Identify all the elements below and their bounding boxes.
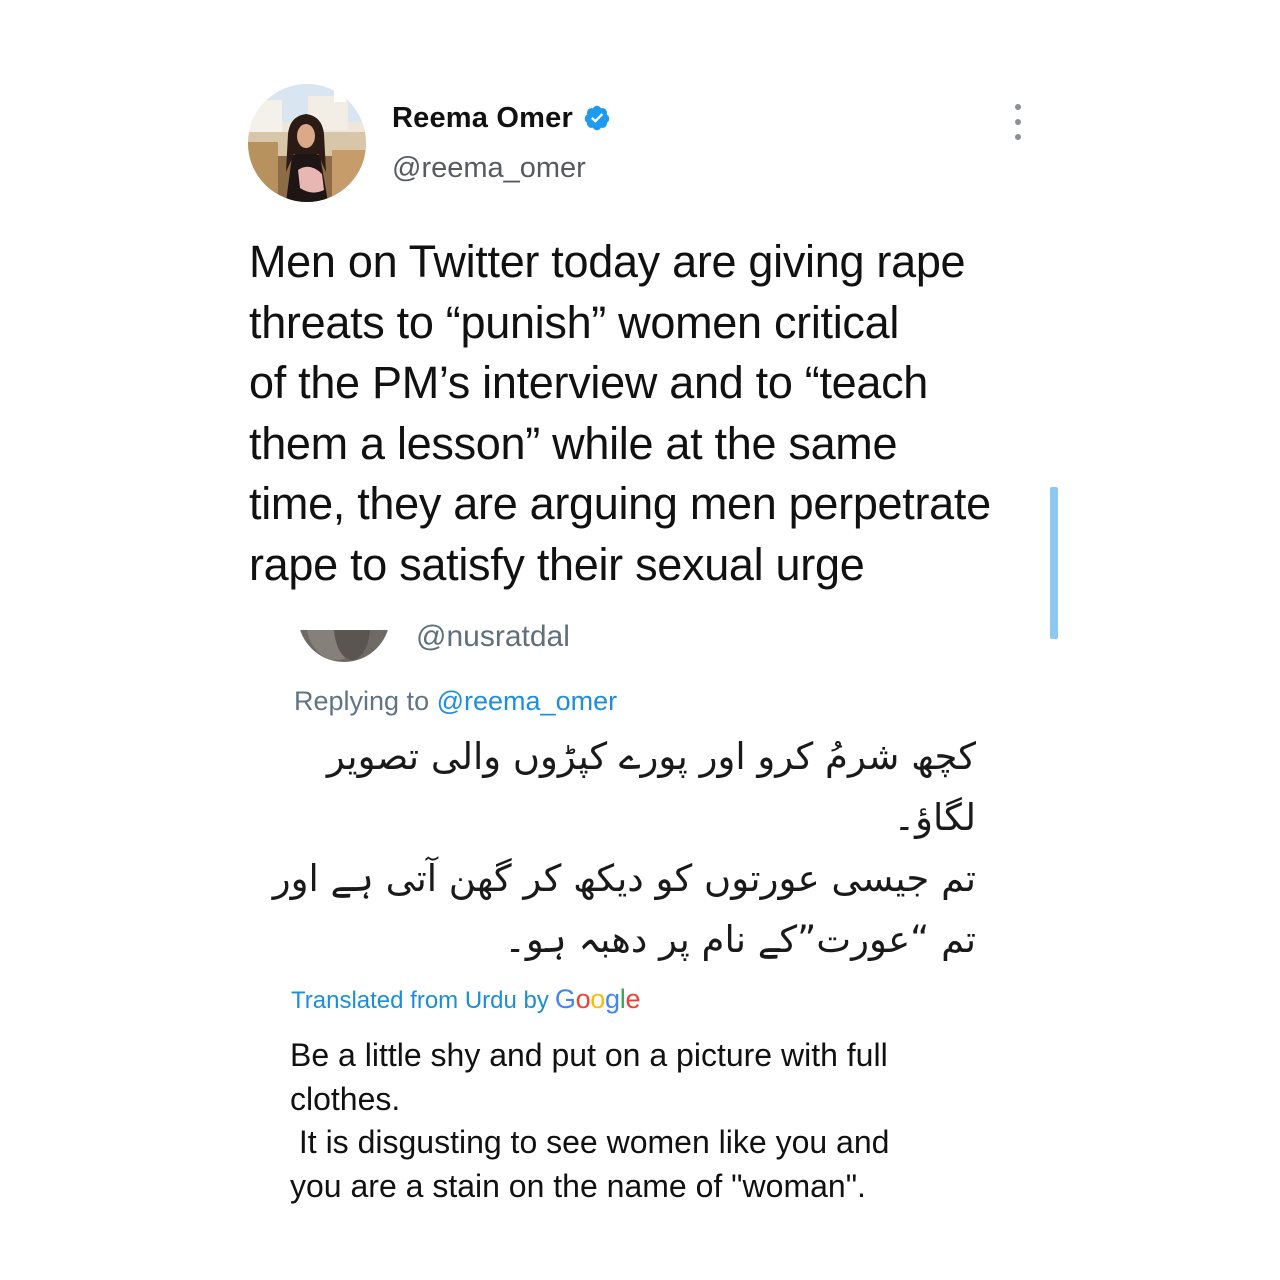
google-logo: Google bbox=[554, 984, 641, 1015]
author-avatar[interactable] bbox=[248, 84, 366, 202]
author-display-name[interactable]: Reema Omer bbox=[392, 102, 573, 135]
translated-from-label: Translated from Urdu by bbox=[291, 987, 549, 1014]
tweet-text-line: of the PM’s interview and to “teach bbox=[249, 357, 929, 408]
replying-to-handle-link[interactable]: @reema_omer bbox=[437, 686, 617, 716]
more-vertical-icon-dot bbox=[1015, 104, 1021, 110]
more-vertical-icon-dot bbox=[1015, 119, 1021, 125]
tweet-text-line: Men on Twitter today are giving rape bbox=[249, 236, 966, 287]
tweet-text-line: threats to “punish” women critical bbox=[249, 296, 900, 348]
tweet-text-line: them a lesson” while at the same bbox=[249, 417, 898, 469]
more-options-button[interactable] bbox=[1004, 104, 1032, 140]
urdu-text-line: تم “عورت”کے نام پر دھبہ ہو۔ bbox=[504, 918, 976, 961]
google-logo-letter: e bbox=[625, 984, 641, 1014]
reply-handle-fragment: @nusratdal bbox=[416, 618, 576, 652]
translation-line: clothes. bbox=[290, 1080, 401, 1117]
google-logo-letter: o bbox=[590, 984, 606, 1014]
translation-line: It is disgusting to see women like you a… bbox=[290, 1124, 890, 1160]
google-logo-letter: G bbox=[554, 984, 576, 1014]
tweet-text-line: time, they are arguing men perpetrate bbox=[249, 478, 991, 529]
google-logo-letter: o bbox=[575, 984, 591, 1014]
author-name-row[interactable]: Reema Omer bbox=[392, 98, 611, 138]
reply-handle: @nusratdal bbox=[416, 620, 570, 652]
tweet-text: Men on Twitter today are giving rape thr… bbox=[249, 232, 1049, 595]
urdu-text-line: کچھ شرمُ کرو اور پورے کپڑوں والی تصویر bbox=[326, 735, 976, 778]
screenshot-page: Reema Omer @reema_omer Men on Twitter to… bbox=[0, 0, 1280, 1280]
reply-avatar bbox=[296, 630, 392, 666]
urdu-text-line: تم جیسی عورتوں کو دیکھ کر گھن آتی ہے اور bbox=[272, 857, 976, 900]
reply-urdu-text: کچھ شرمُ کرو اور پورے کپڑوں والی تصویر ل… bbox=[272, 726, 976, 970]
translated-by-google[interactable]: Translated from Urdu by Google bbox=[291, 984, 640, 1015]
translation-line: you are a stain on the name of "woman". bbox=[290, 1167, 866, 1204]
scroll-indicator[interactable] bbox=[1050, 487, 1058, 639]
replying-to-line: Replying to @reema_omer bbox=[294, 686, 617, 717]
replying-to-prefix: Replying to bbox=[294, 686, 430, 716]
translation-line: Be a little shy and put on a picture wit… bbox=[290, 1037, 888, 1073]
reply-avatar-image bbox=[300, 630, 388, 662]
verified-badge-icon bbox=[584, 105, 610, 131]
google-logo-letter: g bbox=[605, 984, 620, 1014]
reply-translation: Be a little shy and put on a picture wit… bbox=[290, 1034, 990, 1208]
tweet-text-line: rape to satisfy their sexual urge bbox=[249, 538, 865, 590]
more-vertical-icon-dot bbox=[1015, 134, 1021, 140]
profile-photo-image bbox=[248, 84, 366, 202]
author-handle[interactable]: @reema_omer bbox=[392, 152, 586, 185]
urdu-text-line: لگاؤ۔ bbox=[893, 796, 976, 839]
